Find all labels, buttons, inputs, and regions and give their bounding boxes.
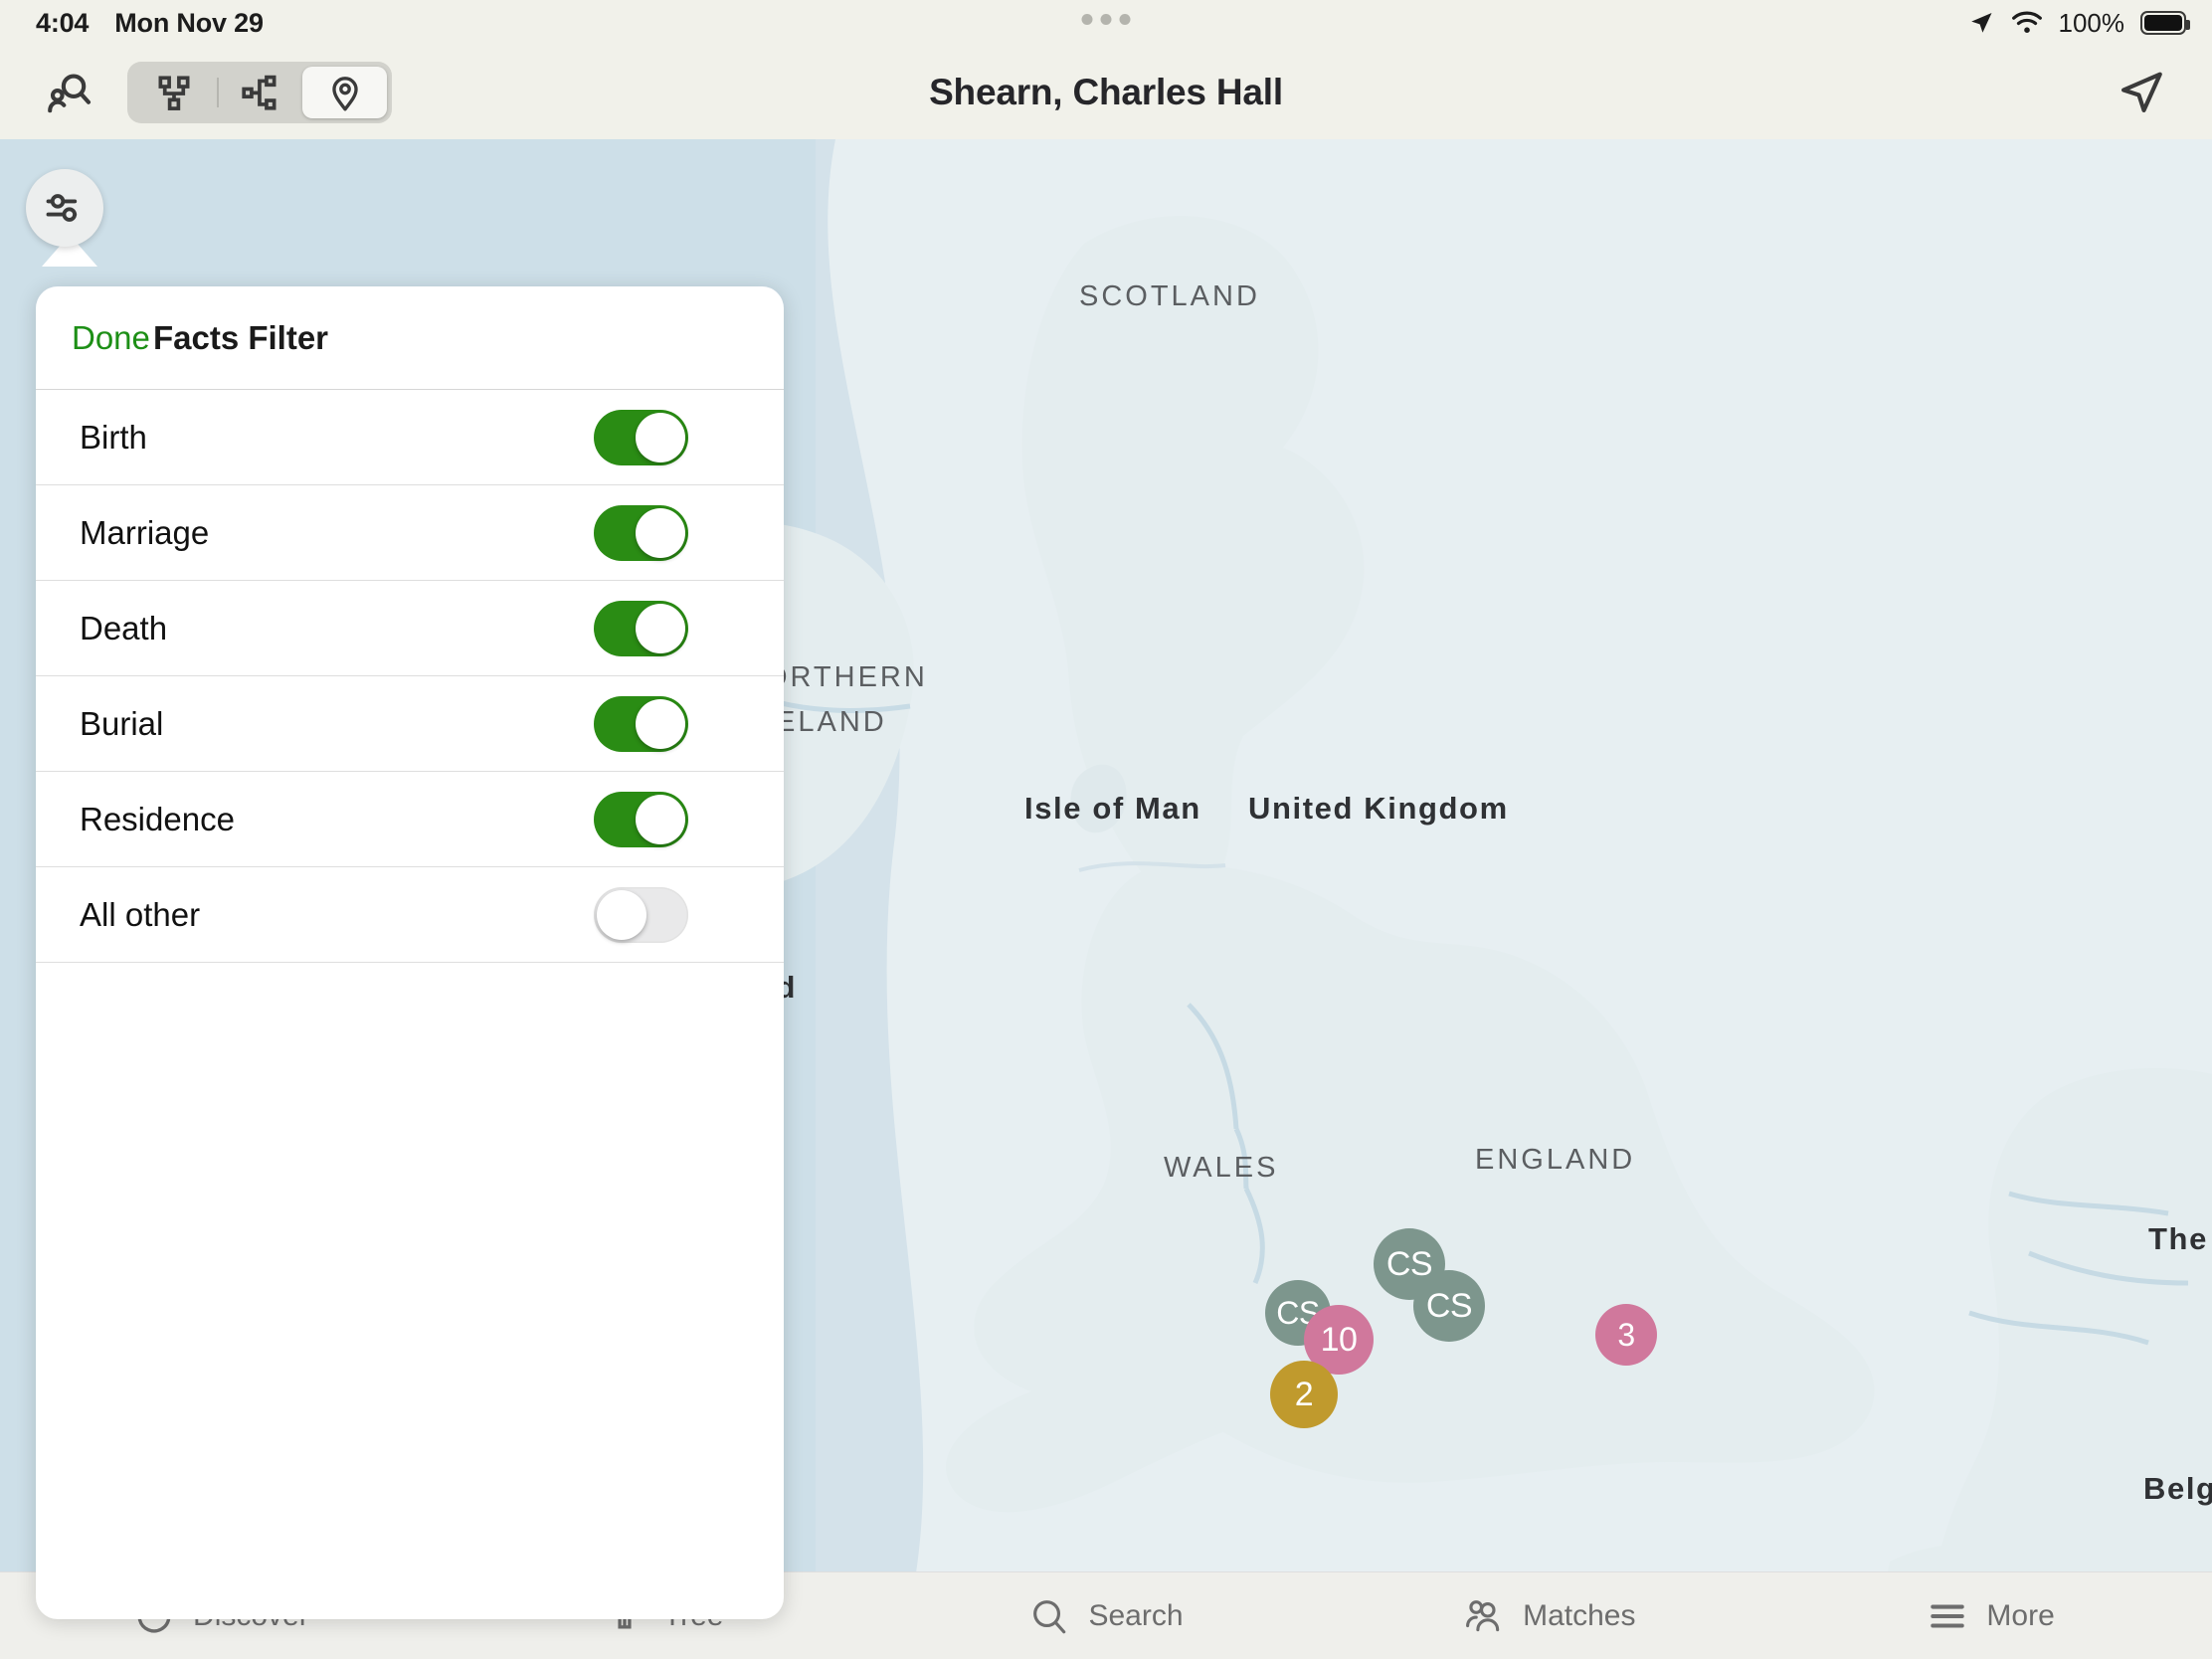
handle-dot — [1100, 14, 1112, 25]
filter-row-residence[interactable]: Residence — [36, 772, 784, 867]
facts-filter-button[interactable] — [26, 169, 103, 247]
filter-row-all-other[interactable]: All other — [36, 867, 784, 963]
toggle-knob — [597, 889, 646, 940]
birth-toggle[interactable] — [594, 409, 688, 465]
tab-matches[interactable]: Matches — [1327, 1572, 1769, 1659]
filter-row-label: Residence — [80, 800, 235, 837]
filter-row-marriage[interactable]: Marriage — [36, 485, 784, 581]
toggle-knob — [636, 412, 685, 462]
tab-search[interactable]: Search — [885, 1572, 1328, 1659]
status-right: 100% — [1967, 0, 2190, 46]
multitask-handle[interactable] — [1081, 14, 1131, 25]
battery-percent-label: 100% — [2058, 7, 2125, 38]
toggle-knob — [636, 507, 685, 558]
handle-dot — [1081, 14, 1093, 25]
marriage-toggle[interactable] — [594, 504, 688, 561]
tab-more[interactable]: More — [1769, 1572, 2212, 1659]
facts-filter-popover: Done Facts Filter Birth Marriage Death B… — [36, 286, 784, 1619]
all-other-toggle[interactable] — [594, 886, 688, 943]
popover-title: Facts Filter — [152, 318, 329, 356]
tab-label: Matches — [1523, 1598, 1636, 1632]
search-icon — [1033, 1599, 1066, 1633]
toggle-knob — [636, 794, 685, 844]
filter-row-label: Death — [80, 609, 168, 646]
popover-header: Done Facts Filter — [36, 286, 784, 390]
filter-row-label: Marriage — [80, 513, 210, 551]
toggle-knob — [636, 603, 685, 653]
tab-label: More — [1986, 1598, 2055, 1632]
cluster-marker-2[interactable]: 2 — [1270, 1361, 1338, 1428]
more-hamburger-icon — [1931, 1604, 1965, 1627]
locate-me-button[interactable] — [2113, 64, 2170, 121]
residence-toggle[interactable] — [594, 791, 688, 847]
toggle-knob — [636, 698, 685, 749]
cluster-marker-label: 3 — [1617, 1316, 1635, 1353]
status-date: Mon Nov 29 — [114, 7, 264, 38]
wifi-icon — [2011, 11, 2042, 33]
locate-me-icon — [2121, 72, 2162, 112]
filter-row-burial[interactable]: Burial — [36, 676, 784, 772]
status-bar: 4:04 Mon Nov 29 100% — [0, 0, 2212, 46]
sliders-filter-icon — [46, 194, 78, 222]
cluster-marker-label: CS — [1425, 1286, 1473, 1325]
navigation-bar: Shearn, Charles Hall — [0, 46, 2212, 139]
filter-row-death[interactable]: Death — [36, 581, 784, 676]
page-title: Shearn, Charles Hall — [929, 72, 1283, 112]
battery-fill — [2144, 15, 2182, 31]
cluster-marker-label: 2 — [1294, 1375, 1314, 1413]
burial-toggle[interactable] — [594, 695, 688, 752]
death-toggle[interactable] — [594, 600, 688, 656]
location-arrow-icon — [1970, 12, 1991, 33]
battery-full-icon — [2140, 11, 2190, 35]
cluster-marker-cs[interactable]: CS — [1413, 1270, 1485, 1342]
cluster-marker-label: 10 — [1320, 1320, 1358, 1359]
tab-label: Search — [1088, 1598, 1184, 1632]
status-time: 4:04 — [36, 7, 90, 38]
app-root: SCOTLAND NORTHERN IRELAND Isle of Man Un… — [0, 0, 2212, 1659]
filter-row-label: Birth — [80, 418, 147, 456]
filter-row-birth[interactable]: Birth — [36, 390, 784, 485]
filter-row-label: Burial — [80, 704, 164, 742]
handle-dot — [1119, 14, 1131, 25]
status-left: 4:04 Mon Nov 29 — [36, 0, 264, 46]
filter-row-label: All other — [80, 895, 201, 933]
cluster-marker-3[interactable]: 3 — [1595, 1304, 1657, 1366]
matches-people-icon — [1466, 1599, 1500, 1631]
